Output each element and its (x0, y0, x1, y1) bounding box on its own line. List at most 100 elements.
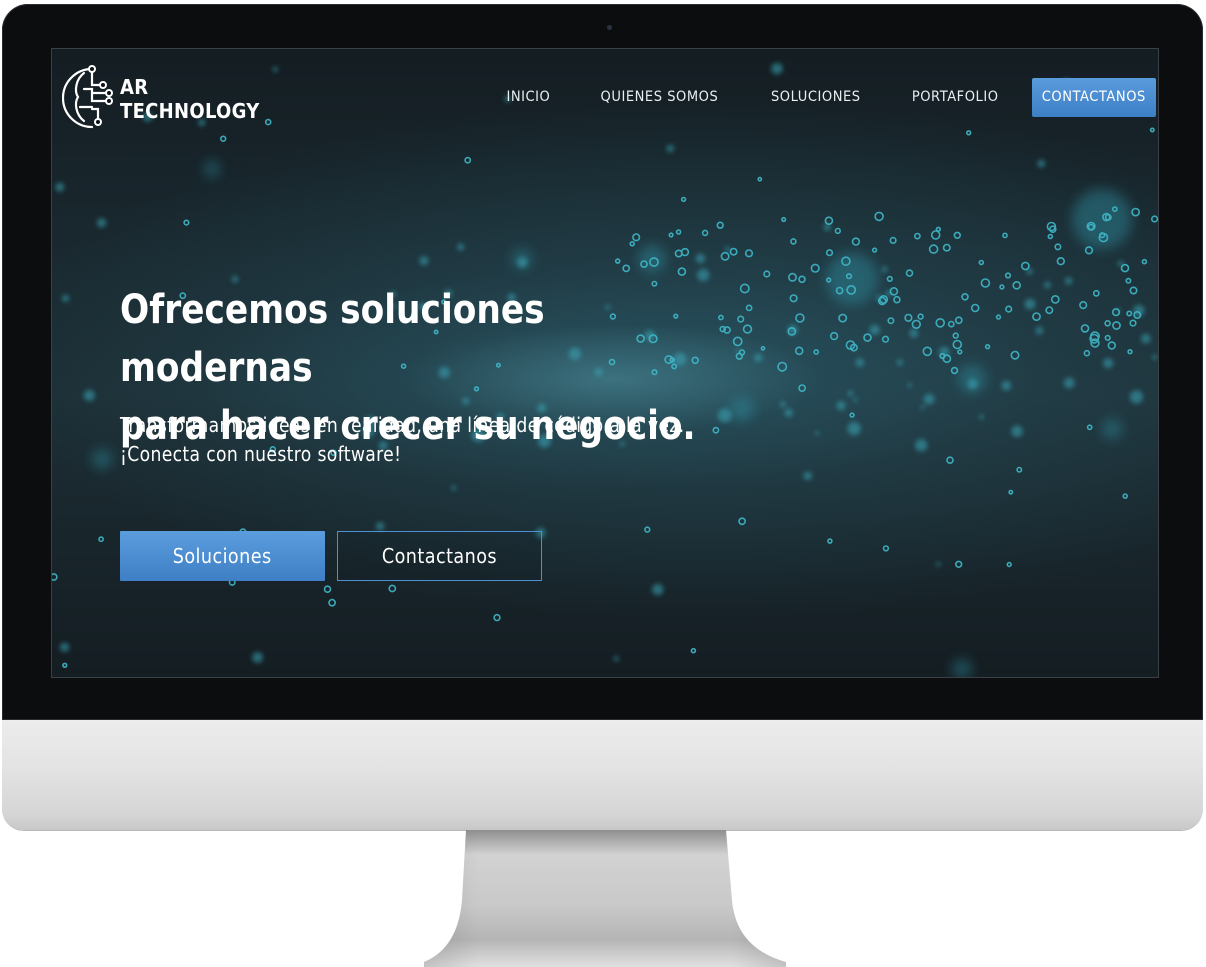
particle-ring (493, 613, 501, 622)
particle-ring (388, 584, 397, 593)
particle-ring (739, 283, 750, 294)
particle-ring (328, 598, 336, 607)
particle-ring (1004, 272, 1012, 279)
particle-ring (935, 317, 946, 328)
bokeh-light (952, 659, 972, 677)
particle-ring (995, 314, 1002, 320)
particle-soft (803, 471, 812, 481)
particle-ring (942, 243, 951, 252)
particle-ring (849, 412, 855, 418)
particle-ring (829, 331, 839, 341)
particle-ring (881, 335, 890, 343)
nav-link-quienes-somos[interactable]: QUIENES SOMOS (601, 89, 719, 105)
particle-soft (847, 421, 861, 436)
particle-soft (652, 583, 664, 596)
contact-button[interactable]: Contactanos (337, 531, 542, 581)
particle-ring (834, 227, 841, 235)
particle-ring (760, 345, 766, 351)
particle-ring (1141, 258, 1148, 265)
nav-contact-button[interactable]: CONTACTANOS (1032, 77, 1156, 117)
nav-link-soluciones[interactable]: SOLUCIONES (771, 89, 861, 105)
particle-ring (668, 232, 674, 238)
particle-ring (1112, 321, 1121, 330)
particle-ring (984, 344, 991, 350)
particle-soft (815, 431, 820, 436)
particle-ring (904, 313, 913, 322)
particle-ring (827, 538, 833, 544)
particle-ring (1092, 289, 1100, 297)
particle-ring (680, 196, 687, 203)
particle-ring (790, 238, 797, 245)
website-screen: AR TECHNOLOGY INICIO QUIENES SOMOS SOLUC… (52, 49, 1158, 677)
particle-soft (59, 642, 70, 652)
particle-ring (1084, 246, 1094, 255)
nav-link-inicio[interactable]: INICIO (507, 89, 551, 105)
particle-soft (920, 405, 925, 410)
solutions-button-label: Soluciones (173, 544, 272, 568)
particle-soft (252, 652, 264, 663)
particle-ring (716, 221, 724, 229)
particle-ring (757, 176, 763, 182)
particle-soft (96, 218, 107, 228)
particle-ring (893, 295, 901, 304)
particle-ring (183, 219, 190, 226)
particle-ring (220, 135, 227, 142)
particle-ring (1050, 294, 1060, 304)
particle-soft (55, 182, 65, 192)
particle-ring (781, 216, 787, 223)
particle-ring (886, 275, 893, 282)
brand-line-2: TECHNOLOGY (120, 99, 260, 123)
particle-soft (613, 656, 619, 662)
particle-soft (869, 324, 880, 335)
particle-ring (961, 293, 969, 301)
particle-soft (896, 359, 904, 366)
particle-ring (1125, 277, 1132, 284)
particle-ring (1120, 263, 1130, 273)
particle-ring (1122, 493, 1128, 499)
particle-ring (1056, 257, 1065, 266)
particle-ring (677, 267, 687, 276)
particle-soft (907, 383, 912, 388)
particle-ring (1016, 466, 1023, 473)
nav-contact-label: CONTACTANOS (1041, 89, 1147, 105)
particle-ring (930, 230, 941, 240)
solutions-button[interactable]: Soluciones (120, 531, 325, 581)
particle-soft (1037, 159, 1046, 168)
particle-ring (1045, 306, 1054, 315)
particle-ring (763, 270, 771, 278)
imac-monitor: AR TECHNOLOGY INICIO QUIENES SOMOS SOLUC… (0, 0, 1206, 967)
particle-ring (738, 349, 746, 356)
nav-link-portafolio[interactable]: PORTAFOLIO (911, 89, 998, 105)
particle-ring (953, 231, 961, 240)
particle-ring (323, 585, 332, 594)
particle-soft (666, 144, 674, 153)
particle-ring (1127, 349, 1133, 355)
particle-soft (771, 62, 783, 75)
particle-ring (690, 647, 697, 654)
particle-ring (954, 316, 963, 325)
monitor-stand (424, 830, 786, 967)
particle-ring (742, 324, 753, 334)
particle-ring (825, 249, 834, 257)
particle-ring (1129, 286, 1138, 295)
particle-ring (674, 249, 683, 258)
particle-ring (905, 269, 914, 277)
particle-ring (1083, 349, 1091, 357)
particle-ring (720, 251, 730, 261)
particle-ring (911, 319, 921, 329)
particle-soft (517, 257, 528, 268)
particle-ring (701, 229, 709, 237)
particle-soft (272, 66, 278, 72)
particle-soft (915, 439, 928, 452)
particle-ring (882, 545, 890, 552)
particle-soft (1103, 358, 1114, 369)
monitor-chin (2, 720, 1203, 830)
particle-ring (947, 320, 955, 328)
particle-ring (851, 237, 861, 246)
particle-ring (680, 247, 690, 257)
particle-soft (695, 253, 706, 264)
particle-ring (1002, 232, 1008, 239)
particle-ring (777, 361, 788, 372)
particle-ring (950, 366, 959, 375)
particle-ring (738, 517, 746, 526)
